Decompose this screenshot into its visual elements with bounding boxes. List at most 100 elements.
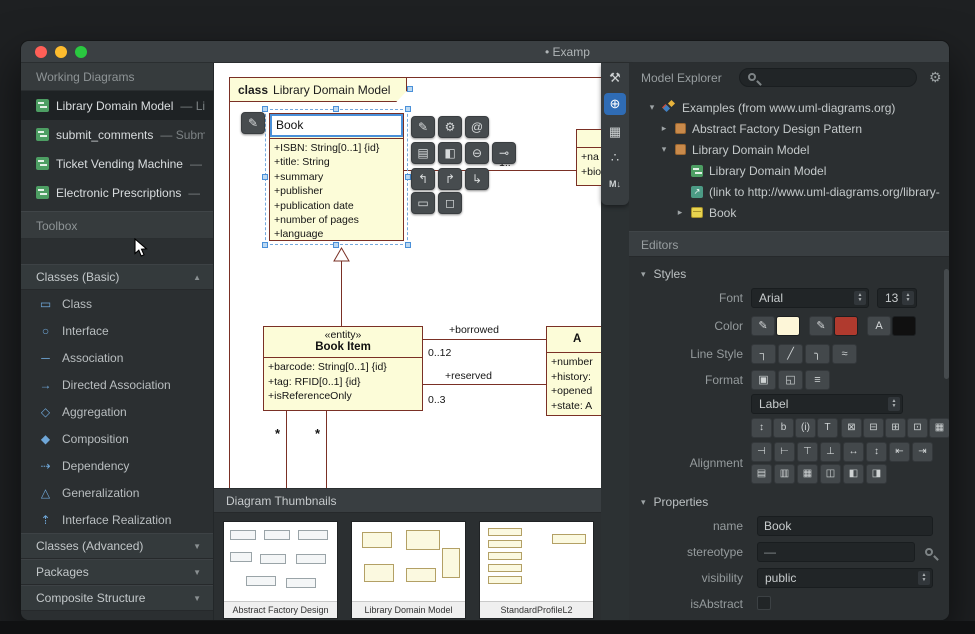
class-name-edit-field[interactable]: Book [270, 114, 403, 137]
suppress-operations-button[interactable]: ⊟ [863, 418, 884, 438]
gear-icon[interactable]: ⚙ [929, 69, 942, 86]
panel-scrollbar[interactable] [944, 269, 949, 379]
selection-handle[interactable] [407, 86, 413, 92]
oblique-line-button[interactable]: ╱ [778, 344, 803, 364]
quick-rect-button[interactable]: ▭ [411, 192, 435, 214]
layout-button[interactable]: ▦ [604, 121, 626, 143]
thumbnail-standardprofile[interactable]: StandardProfileL2 [479, 521, 594, 619]
font-color-button[interactable]: A [867, 316, 891, 336]
rectilinear-line-button[interactable]: ┐ [751, 344, 776, 364]
tool-composition[interactable]: ◆ Composition [21, 425, 213, 452]
tree-item-abstract-factory[interactable]: ▸ Abstract Factory Design Pattern [629, 118, 950, 139]
move-tool-button[interactable]: ⊕ [604, 93, 626, 115]
line-color-swatch[interactable] [834, 316, 858, 336]
format-fill-button[interactable]: ▣ [751, 370, 776, 390]
stepper-icon[interactable] [902, 291, 914, 305]
search-input[interactable] [764, 70, 912, 85]
stereotype-search-icon[interactable] [925, 548, 933, 556]
align-top-button[interactable]: ⊤ [797, 442, 818, 462]
selection-handle[interactable] [262, 106, 268, 112]
markdown-button[interactable]: M↓ [604, 173, 626, 195]
tool-aggregation[interactable]: ◇ Aggregation [21, 398, 213, 425]
toggle-bold-button[interactable]: b [773, 418, 794, 438]
collapse-arrow-icon[interactable]: ▸ [675, 207, 685, 218]
tree-item-book-class[interactable]: ▸ Book [629, 202, 950, 223]
quick-link-up-right-button[interactable]: ↱ [438, 168, 462, 190]
close-button[interactable] [35, 46, 47, 58]
show-compartment-button[interactable]: ⊞ [885, 418, 906, 438]
tree-item-library-model[interactable]: ▾ Library Domain Model [629, 139, 950, 160]
quick-settings-button[interactable]: ⚙ [438, 116, 462, 138]
model-explorer-search[interactable] [739, 68, 917, 87]
stepper-icon[interactable] [854, 291, 866, 305]
class-author[interactable]: +na +bio [576, 129, 601, 186]
align-right-button[interactable]: ⊢ [774, 442, 795, 462]
stepper-icon[interactable] [918, 571, 930, 585]
share-button[interactable]: ∴ [604, 147, 626, 169]
selection-handle[interactable] [333, 242, 339, 248]
space-vertical-button[interactable]: ▥ [774, 464, 795, 484]
quick-edit-name-button[interactable]: ✎ [411, 116, 435, 138]
toggle-parens-button[interactable]: (i) [795, 418, 816, 438]
fill-color-swatch[interactable] [776, 316, 800, 336]
toolbox-section-composite-structure[interactable]: Composite Structure ▼ [21, 585, 213, 611]
association-line-borrowed[interactable] [423, 339, 546, 340]
quick-stereotype-button[interactable]: @ [465, 116, 489, 138]
selection-handle[interactable] [262, 174, 268, 180]
same-height-button[interactable]: ◧ [843, 464, 864, 484]
selection-handle[interactable] [333, 106, 339, 112]
thumbnail-abstract-factory[interactable]: Abstract Factory Design [223, 521, 338, 619]
class-book-item[interactable]: «entity» Book Item +barcode: String[0..1… [263, 326, 423, 411]
line-color-button[interactable]: ✎ [751, 316, 775, 336]
expand-arrow-icon[interactable]: ▾ [647, 102, 657, 113]
zoom-button[interactable] [75, 46, 87, 58]
same-size-button[interactable]: ◨ [866, 464, 887, 484]
format-wordwrap-button[interactable]: ≡ [805, 370, 830, 390]
quick-link-up-left-button[interactable]: ↰ [411, 168, 435, 190]
quick-link-down-button[interactable]: ↳ [465, 168, 489, 190]
align-left-button[interactable]: ⊣ [751, 442, 772, 462]
styles-group-header[interactable]: ▾ Styles [629, 263, 950, 285]
diagram-frame-label[interactable]: class Library Domain Model [229, 77, 407, 102]
rounded-line-button[interactable]: ╮ [805, 344, 830, 364]
stereotype-field[interactable] [757, 542, 915, 562]
font-select[interactable]: Arial [751, 288, 869, 308]
generalization-line[interactable] [341, 261, 342, 326]
association-line-reserved[interactable] [423, 384, 546, 385]
association-line[interactable] [286, 411, 287, 488]
align-middle-vertical-button[interactable]: ↕ [866, 442, 887, 462]
suppress-attributes-button[interactable]: ⊠ [841, 418, 862, 438]
format-shadow-button[interactable]: ◱ [778, 370, 803, 390]
font-size-select[interactable]: 13 [877, 288, 917, 308]
selection-hand1e[interactable] [262, 242, 268, 248]
toolbox-section-packages[interactable]: Packages ▼ [21, 559, 213, 585]
same-width-button[interactable]: ◫ [820, 464, 841, 484]
tool-dependency[interactable]: ⇢ Dependency [21, 452, 213, 479]
working-diagram-item-ticket-vending[interactable]: Ticket Vending Machine — T [21, 149, 213, 178]
working-diagram-item-submit-comments[interactable]: submit_comments — Submi [21, 120, 213, 149]
selection-handle[interactable] [405, 106, 411, 112]
grid-layout-button[interactable]: ▦ [797, 464, 818, 484]
tool-association[interactable]: ─ Association [21, 344, 213, 371]
quick-add-operation-button[interactable]: ◧ [438, 142, 462, 164]
thumbnail-library-domain-model[interactable]: Library Domain Model [351, 521, 466, 619]
class-account[interactable]: A +number +history: +opened +state: A [546, 326, 601, 416]
tree-item-library-diagram[interactable]: Library Domain Model [629, 160, 950, 181]
toolbox-section-classes-basic[interactable]: Classes (Basic) ▲ [21, 264, 213, 290]
tool-directed-association[interactable]: → Directed Association [21, 371, 213, 398]
tool-generalization[interactable]: △ Generalization [21, 479, 213, 506]
quick-edit-button[interactable]: ✎ [241, 112, 265, 134]
show-operations-button[interactable]: ⊡ [907, 418, 928, 438]
quick-add-attribute-button[interactable]: ▤ [411, 142, 435, 164]
diagram-canvas[interactable]: class Library Domain Model 1..* +na +bio [214, 63, 601, 488]
tree-item-examples-project[interactable]: ▾ Examples (from www.uml-diagrams.org) [629, 97, 950, 118]
quick-square-button[interactable]: ◻ [438, 192, 462, 214]
quick-add-port-button[interactable]: ⊸ [492, 142, 516, 164]
align-bottom-button[interactable]: ⊥ [820, 442, 841, 462]
distribute-vertical-button[interactable]: ⇥ [912, 442, 933, 462]
space-equally-button[interactable]: ▤ [751, 464, 772, 484]
tool-class[interactable]: ▭ Class [21, 290, 213, 317]
minimize-button[interactable] [55, 46, 67, 58]
toggle-visibility-button[interactable]: ↕ [751, 418, 772, 438]
pen-color-button[interactable]: ✎ [809, 316, 833, 336]
